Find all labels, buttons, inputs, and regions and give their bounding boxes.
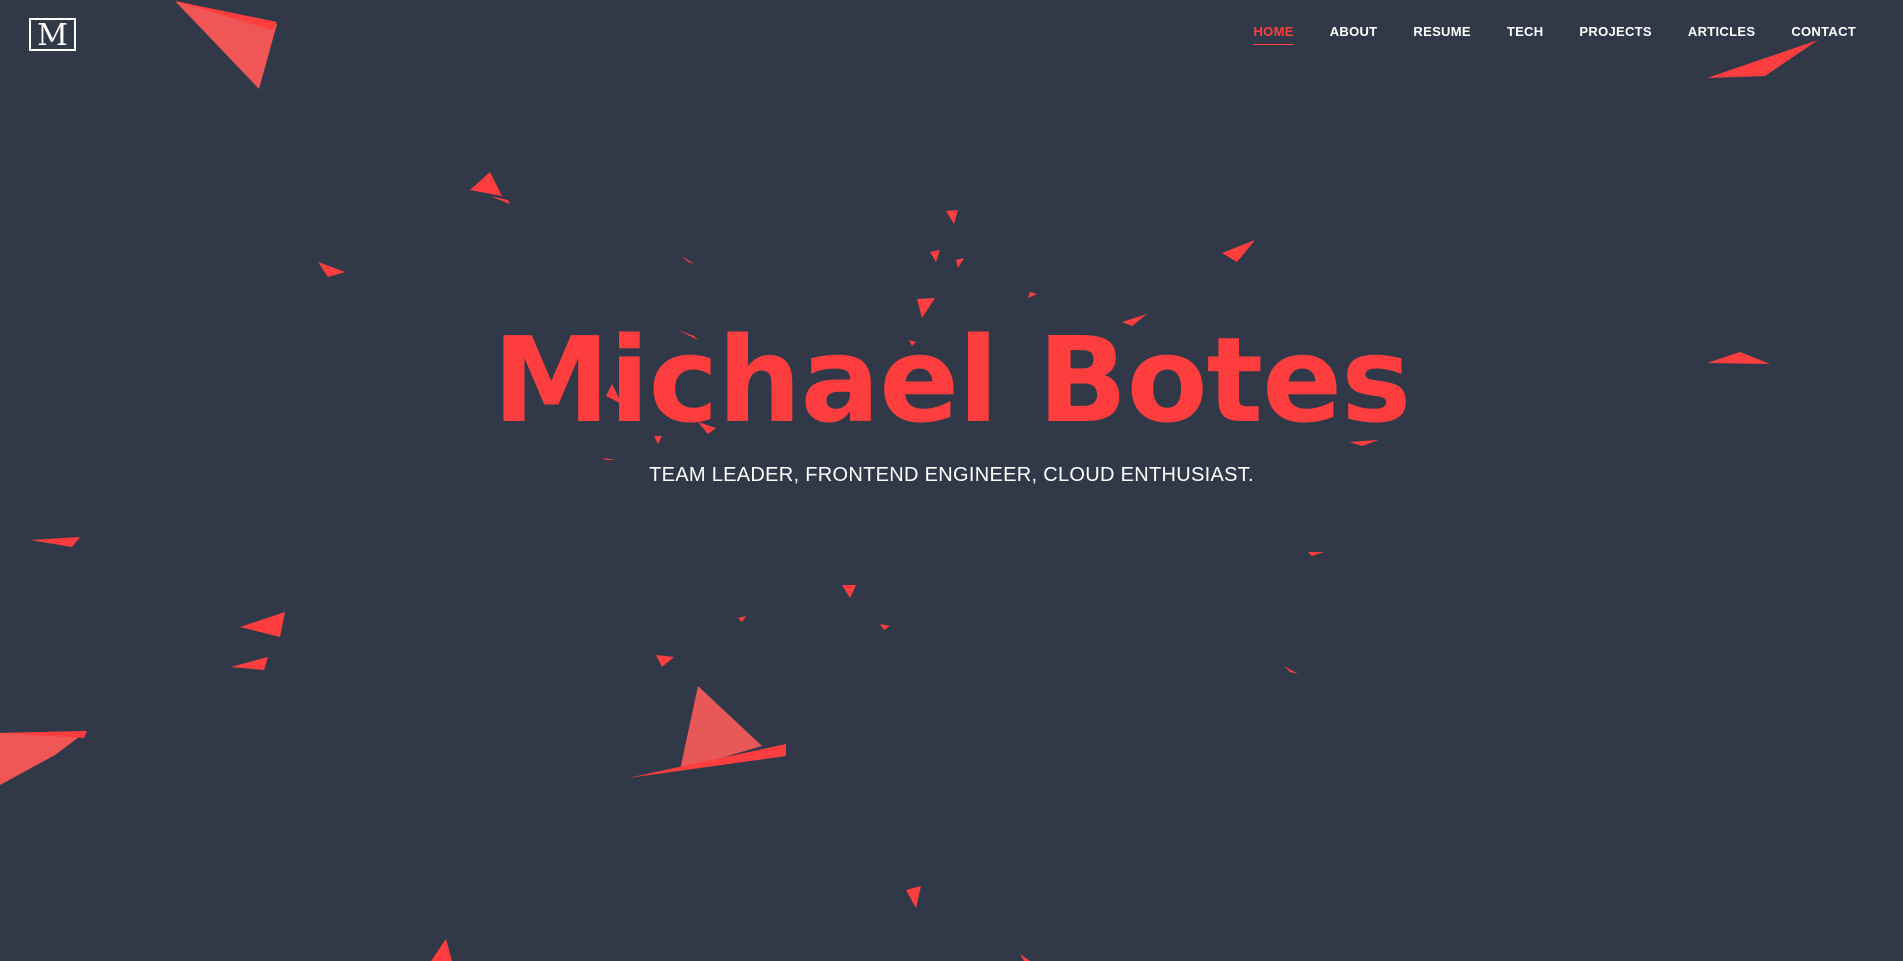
shard	[930, 250, 940, 262]
shard	[1308, 552, 1324, 556]
hero-section: Michael Botes TEAM LEADER, FRONTEND ENGI…	[0, 300, 1903, 487]
shard	[231, 657, 268, 670]
shard	[431, 939, 452, 961]
shard	[470, 172, 502, 196]
main-nav: HOME ABOUT RESUME TECH PROJECTS ARTICLES…	[1253, 0, 1856, 64]
nav-item-tech[interactable]: TECH	[1507, 20, 1544, 45]
nav-item-resume[interactable]: RESUME	[1413, 20, 1470, 45]
shard	[1284, 666, 1298, 674]
shard	[738, 616, 746, 622]
shard	[30, 537, 80, 547]
shard	[842, 585, 856, 598]
shard	[656, 655, 674, 667]
nav-item-home[interactable]: HOME	[1253, 20, 1294, 45]
nav-item-projects[interactable]: PROJECTS	[1579, 20, 1651, 45]
site-logo[interactable]: M	[29, 18, 76, 52]
shard	[1020, 954, 1030, 961]
shard	[906, 886, 921, 908]
shard	[1028, 292, 1037, 298]
shard	[682, 256, 694, 264]
nav-item-about[interactable]: ABOUT	[1330, 20, 1378, 45]
hero-subtitle: TEAM LEADER, FRONTEND ENGINEER, CLOUD EN…	[649, 464, 1254, 486]
shard	[946, 210, 958, 224]
shard	[956, 258, 964, 268]
hero-title: Michael Botes	[492, 311, 1412, 449]
home-page: M HOME ABOUT RESUME TECH PROJECTS ARTICL…	[0, 0, 1903, 961]
shard	[318, 262, 345, 277]
nav-item-articles[interactable]: ARTICLES	[1688, 20, 1755, 45]
shard	[240, 612, 285, 637]
shard	[490, 196, 510, 204]
shard	[0, 731, 87, 785]
shard	[880, 624, 890, 630]
shard	[1222, 240, 1255, 262]
nav-item-contact[interactable]: CONTACT	[1791, 20, 1856, 45]
